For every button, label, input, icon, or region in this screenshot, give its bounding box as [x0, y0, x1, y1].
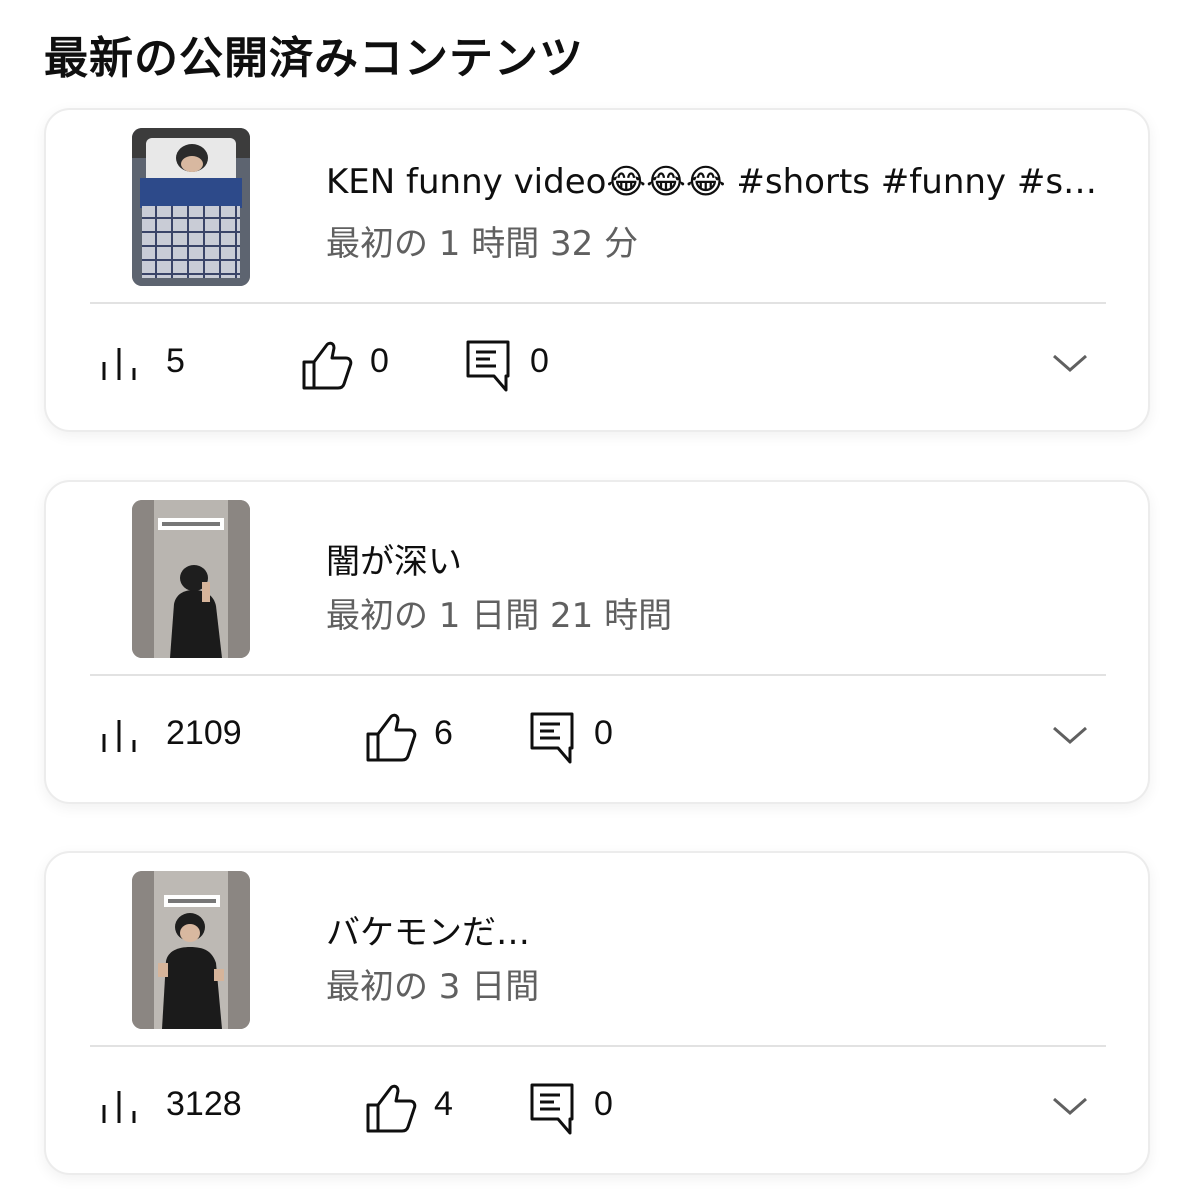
- video-stats: 3128 4 0: [100, 1079, 1148, 1135]
- divider: [90, 674, 1106, 676]
- video-period: 最初の 1 日間 21 時間: [326, 596, 673, 636]
- thumbs-up-icon: [302, 341, 353, 390]
- comment-count: 0: [530, 342, 549, 380]
- video-card[interactable]: KEN funny video😂😂😂 #shorts #funny #sh...…: [44, 108, 1150, 432]
- video-title[interactable]: 闇が深い: [326, 534, 1116, 583]
- video-title[interactable]: バケモンだ…: [326, 905, 1116, 954]
- video-title[interactable]: KEN funny video😂😂😂 #shorts #funny #sh...: [326, 162, 1116, 202]
- thumbs-up-icon: [366, 713, 417, 762]
- comment-count: 0: [594, 714, 613, 752]
- bar-chart-icon: [102, 1091, 136, 1123]
- divider: [90, 302, 1106, 304]
- video-thumbnail[interactable]: [132, 500, 250, 658]
- bar-chart-icon: [102, 348, 136, 380]
- view-count: 3128: [166, 1085, 242, 1123]
- comment-icon: [530, 1083, 574, 1135]
- like-count: 4: [434, 1085, 453, 1123]
- view-count: 2109: [166, 714, 242, 752]
- bar-chart-icon: [102, 720, 136, 752]
- video-card[interactable]: バケモンだ… 最初の 3 日間 3128 4 0: [44, 851, 1150, 1175]
- like-count: 0: [370, 342, 389, 380]
- like-count: 6: [434, 714, 453, 752]
- comment-icon: [530, 712, 574, 764]
- video-card[interactable]: 闇が深い 最初の 1 日間 21 時間 2109 6 0: [44, 480, 1150, 804]
- page-title: 最新の公開済みコンテンツ: [44, 33, 584, 84]
- divider: [90, 1045, 1106, 1047]
- video-period: 最初の 3 日間: [326, 967, 540, 1007]
- chevron-down-icon[interactable]: [1050, 1091, 1090, 1121]
- chevron-down-icon[interactable]: [1050, 348, 1090, 378]
- video-thumbnail[interactable]: [132, 128, 250, 286]
- video-thumbnail[interactable]: [132, 871, 250, 1029]
- video-stats: 5 0 0: [100, 336, 1148, 392]
- video-period: 最初の 1 時間 32 分: [326, 224, 639, 264]
- comment-count: 0: [594, 1085, 613, 1123]
- view-count: 5: [166, 342, 185, 380]
- thumbs-up-icon: [366, 1084, 417, 1133]
- chevron-down-icon[interactable]: [1050, 720, 1090, 750]
- comment-icon: [466, 340, 510, 392]
- video-stats: 2109 6 0: [100, 708, 1148, 764]
